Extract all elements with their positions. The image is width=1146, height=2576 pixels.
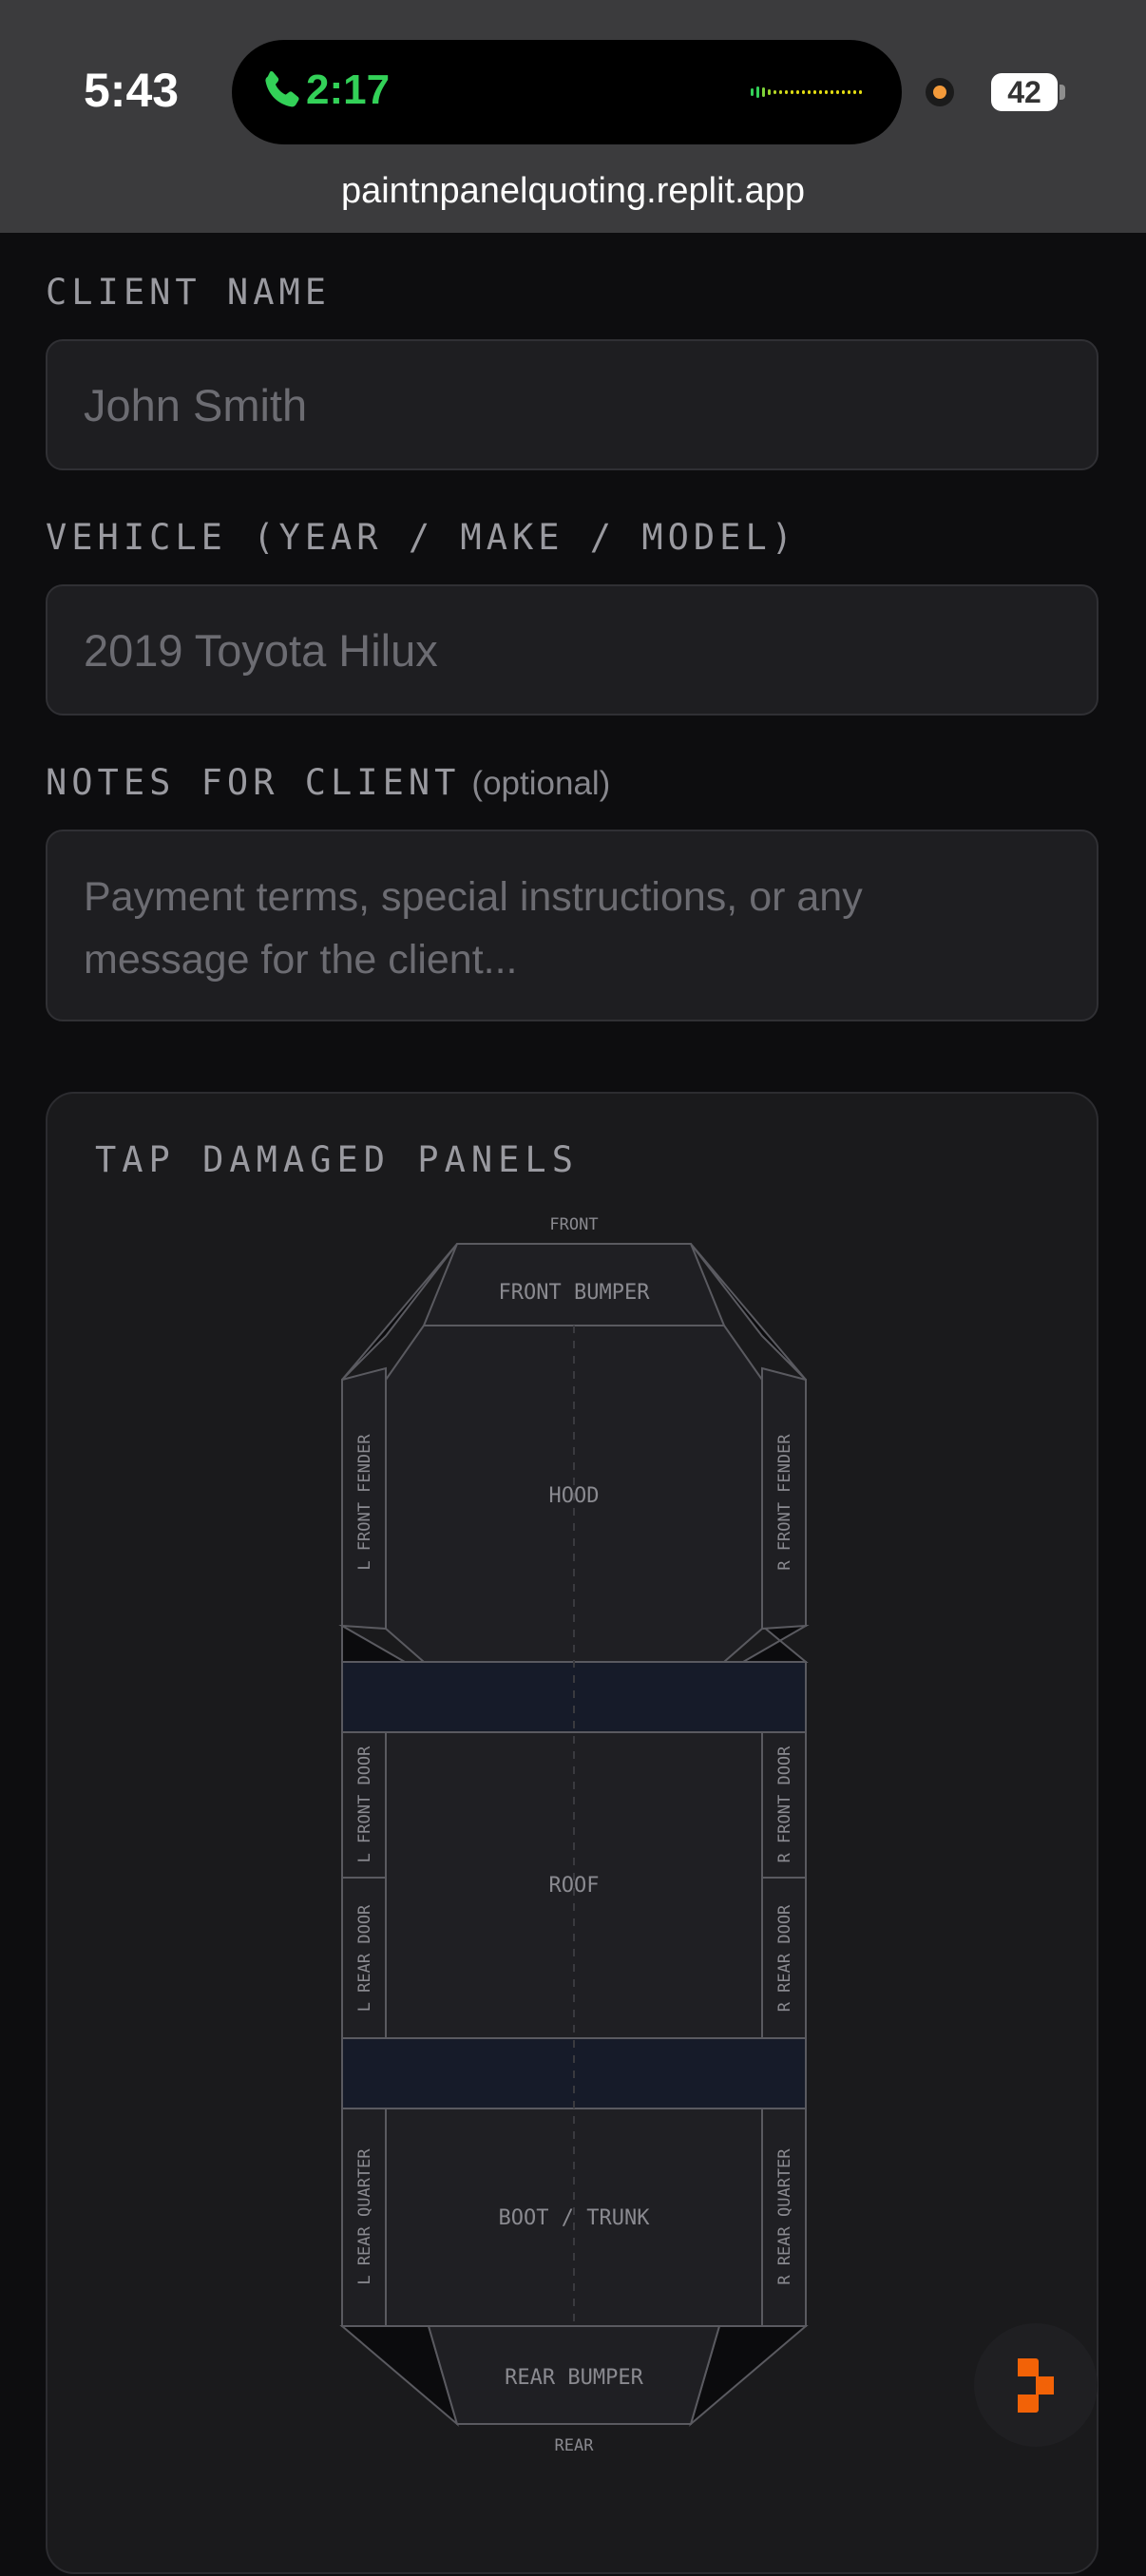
panel-l-front-fender[interactable]: L FRONT FENDER xyxy=(341,1366,387,1631)
r-rear-quarter-label: R REAR QUARTER xyxy=(775,2148,794,2285)
phone-icon xyxy=(265,71,299,107)
rear-label: REAR xyxy=(555,2436,595,2455)
vehicle-input[interactable]: 2019 Toyota Hilux xyxy=(46,584,1098,716)
notes-placeholder-line1: Payment terms, special instructions, or … xyxy=(84,874,863,920)
car-panel-diagram: FRONT REAR FRONT BUMPER HOOD L FRONT FEN… xyxy=(338,1215,810,2455)
recording-dot-icon xyxy=(926,78,954,106)
client-name-placeholder: John Smith xyxy=(84,379,308,430)
front-label: FRONT xyxy=(549,1215,598,1234)
panel-roof[interactable]: ROOF xyxy=(385,1731,763,2039)
l-rear-door-label: L REAR DOOR xyxy=(355,1904,374,2012)
status-time: 5:43 xyxy=(84,64,180,117)
l-rear-quarter-label: L REAR QUARTER xyxy=(355,2148,374,2285)
call-timer: 2:17 xyxy=(306,67,391,113)
panel-boot-trunk[interactable]: BOOT / TRUNK xyxy=(385,2108,763,2327)
client-name-label: CLIENT NAME xyxy=(46,272,332,313)
front-bumper-label: FRONT BUMPER xyxy=(499,1281,651,1305)
panel-r-front-fender[interactable]: R FRONT FENDER xyxy=(761,1366,807,1631)
notes-optional-hint: (optional) xyxy=(471,765,611,802)
panel-l-rear-quarter[interactable]: L REAR QUARTER xyxy=(341,2108,387,2327)
audio-wave-icon xyxy=(751,86,862,98)
l-front-door-label: L FRONT DOOR xyxy=(355,1746,374,1863)
vehicle-label: VEHICLE (YEAR / MAKE / MODEL) xyxy=(46,517,798,558)
replit-logo-icon xyxy=(1018,2358,1054,2413)
battery-icon: 42 xyxy=(991,73,1058,111)
rear-bumper-label: REAR BUMPER xyxy=(505,2366,643,2390)
r-front-door-label: R FRONT DOOR xyxy=(775,1746,794,1863)
notes-label-text: NOTES FOR CLIENT xyxy=(46,762,461,803)
damaged-panels-card: TAP DAMAGED PANELS FRONT REAR FRONT BUMP… xyxy=(46,1092,1098,2574)
vehicle-placeholder: 2019 Toyota Hilux xyxy=(84,624,438,676)
battery-tip xyxy=(1060,85,1065,100)
status-bar: 5:43 2:17 42 paintnpanelquoting.replit.a… xyxy=(0,0,1146,233)
l-front-fender-label: L FRONT FENDER xyxy=(355,1434,374,1571)
panel-front-bumper[interactable]: FRONT BUMPER xyxy=(422,1243,726,1326)
panel-r-rear-door[interactable]: R REAR DOOR xyxy=(761,1877,807,2039)
dynamic-island[interactable]: 2:17 xyxy=(232,40,902,144)
panel-r-front-door[interactable]: R FRONT DOOR xyxy=(761,1731,807,1879)
panel-l-rear-door[interactable]: L REAR DOOR xyxy=(341,1877,387,2039)
r-front-fender-label: R FRONT FENDER xyxy=(775,1434,794,1571)
panel-r-rear-quarter[interactable]: R REAR QUARTER xyxy=(761,2108,807,2327)
panel-rear-bumper[interactable]: REAR BUMPER xyxy=(427,2325,721,2425)
notes-label: NOTES FOR CLIENT (optional) xyxy=(46,762,610,803)
replit-floating-button[interactable] xyxy=(974,2323,1098,2447)
client-name-input[interactable]: John Smith xyxy=(46,339,1098,470)
notes-placeholder-line2: message for the client... xyxy=(84,937,518,983)
panel-l-front-door[interactable]: L FRONT DOOR xyxy=(341,1731,387,1879)
r-rear-door-label: R REAR DOOR xyxy=(775,1904,794,2012)
address-bar-url[interactable]: paintnpanelquoting.replit.app xyxy=(0,171,1146,212)
notes-textarea[interactable]: Payment terms, special instructions, or … xyxy=(46,830,1098,1021)
